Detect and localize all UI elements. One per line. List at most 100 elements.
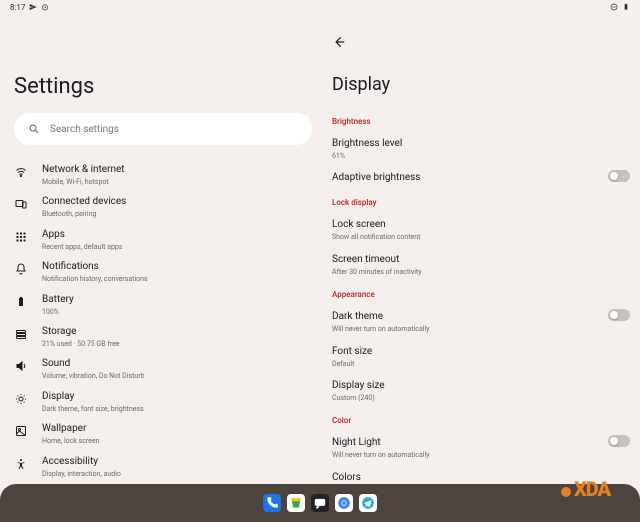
wallpaper-icon <box>14 424 28 438</box>
search-input[interactable] <box>50 124 298 135</box>
setting-subtitle: After 30 minutes of inactivity <box>332 268 630 276</box>
setting-title: Screen timeout <box>332 254 630 266</box>
settings-master-panel: Settings Network & internet Mobile, Wi-Fi… <box>0 14 324 484</box>
setting-subtitle: Will never turn on automatically <box>332 325 630 333</box>
search-box[interactable] <box>14 113 312 145</box>
apps-icon <box>14 230 28 244</box>
setting-row[interactable]: Screen timeout After 30 minutes of inacti… <box>332 250 630 284</box>
section-header: Color <box>332 416 630 425</box>
taskbar-app-phone[interactable] <box>263 494 281 512</box>
send-icon <box>29 3 37 11</box>
setting-subtitle: 61% <box>332 152 630 160</box>
alarm-icon <box>41 3 49 11</box>
toggle-knob <box>610 311 618 319</box>
category-subtitle: Bluetooth, pairing <box>42 210 126 218</box>
wifi-icon <box>14 165 28 179</box>
setting-subtitle: Will never turn on automatically <box>332 451 630 459</box>
section-header: Brightness <box>332 117 630 126</box>
detail-page-title: Display <box>332 74 630 95</box>
category-title: Storage <box>42 326 120 338</box>
storage-icon <box>14 327 28 341</box>
setting-row[interactable]: Display size Custom (240) <box>332 376 630 410</box>
taskbar-app-messages[interactable] <box>311 494 329 512</box>
status-left: 8:17 <box>10 3 49 12</box>
category-subtitle: Display, interaction, audio <box>42 470 121 478</box>
dnd-icon <box>610 3 618 11</box>
setting-title: Brightness level <box>332 138 630 150</box>
toggle-switch[interactable] <box>608 435 630 447</box>
category-subtitle: Notification history, conversations <box>42 275 148 283</box>
category-item-display[interactable]: Display Dark theme, font size, brightness <box>14 386 324 418</box>
devices-icon <box>14 197 28 211</box>
category-subtitle: Volume, vibration, Do Not Disturb <box>42 372 145 380</box>
status-time: 8:17 <box>10 3 25 12</box>
category-item-wifi[interactable]: Network & internet Mobile, Wi-Fi, hotspot <box>14 159 324 191</box>
svg-text:XDA: XDA <box>574 477 612 498</box>
display-icon <box>14 392 28 406</box>
setting-title: Display size <box>332 380 630 392</box>
setting-title: Lock screen <box>332 219 630 231</box>
setting-subtitle: Default <box>332 360 630 368</box>
arrow-back-icon <box>332 35 346 49</box>
setting-row[interactable]: Adaptive brightness <box>332 168 630 192</box>
back-button[interactable] <box>332 34 348 50</box>
category-title: Notifications <box>42 261 148 273</box>
category-item-bell[interactable]: Notifications Notification history, conve… <box>14 256 324 288</box>
setting-row[interactable]: Lock screen Show all notification content <box>332 215 630 249</box>
a11y-icon <box>14 457 28 471</box>
setting-title: Dark theme <box>332 311 630 323</box>
setting-title: Adaptive brightness <box>332 172 630 184</box>
status-right <box>610 3 630 11</box>
category-title: Display <box>42 391 144 403</box>
category-item-devices[interactable]: Connected devices Bluetooth, pairing <box>14 191 324 223</box>
category-subtitle: Recent apps, default apps <box>42 243 122 251</box>
setting-title: Font size <box>332 346 630 358</box>
toggle-knob <box>610 437 618 445</box>
xda-watermark-icon: XDA <box>560 470 640 498</box>
category-title: Accessibility <box>42 456 121 468</box>
category-item-battery[interactable]: Battery 100% <box>14 289 324 321</box>
section-header: Appearance <box>332 290 630 299</box>
toggle-switch[interactable] <box>608 309 630 321</box>
detail-panel: Display Brightness Brightness level 61% Ada… <box>324 14 640 484</box>
setting-title: Night Light <box>332 437 630 449</box>
setting-row[interactable]: Brightness level 61% <box>332 134 630 168</box>
bell-icon <box>14 262 28 276</box>
category-subtitle: Dark theme, font size, brightness <box>42 405 144 413</box>
settings-heading: Settings <box>14 74 324 99</box>
setting-row[interactable]: Dark theme Will never turn on automatical… <box>332 307 630 341</box>
status-bar: 8:17 <box>0 0 640 14</box>
category-item-wallpaper[interactable]: Wallpaper Home, lock screen <box>14 418 324 450</box>
category-title: Connected devices <box>42 196 126 208</box>
category-title: Battery <box>42 294 74 306</box>
category-subtitle: Mobile, Wi-Fi, hotspot <box>42 178 125 186</box>
sound-icon <box>14 359 28 373</box>
category-item-sound[interactable]: Sound Volume, vibration, Do Not Disturb <box>14 353 324 385</box>
category-subtitle: 21% used · 50.75 GB free <box>42 340 120 348</box>
search-icon <box>28 123 40 135</box>
category-list: Network & internet Mobile, Wi-Fi, hotspot… <box>14 159 324 484</box>
category-title: Network & internet <box>42 164 125 176</box>
toggle-knob <box>610 172 618 180</box>
taskbar-app-telegram[interactable] <box>359 494 377 512</box>
setting-subtitle: Show all notification content <box>332 233 630 241</box>
category-title: Wallpaper <box>42 423 99 435</box>
setting-subtitle: Custom (240) <box>332 394 630 402</box>
battery-icon <box>622 3 630 11</box>
taskbar-app-chrome[interactable] <box>335 494 353 512</box>
detail-sections: Brightness Brightness level 61% Adaptive br… <box>332 111 630 502</box>
taskbar-app-store[interactable] <box>287 494 305 512</box>
category-subtitle: Home, lock screen <box>42 437 99 445</box>
category-subtitle: 100% <box>42 308 74 316</box>
category-title: Sound <box>42 358 145 370</box>
category-item-a11y[interactable]: Accessibility Display, interaction, audio <box>14 451 324 483</box>
setting-row[interactable]: Font size Default <box>332 342 630 376</box>
category-item-apps[interactable]: Apps Recent apps, default apps <box>14 224 324 256</box>
setting-row[interactable]: Night Light Will never turn on automatica… <box>332 433 630 467</box>
section-header: Lock display <box>332 198 630 207</box>
toggle-switch[interactable] <box>608 170 630 182</box>
category-item-storage[interactable]: Storage 21% used · 50.75 GB free <box>14 321 324 353</box>
taskbar <box>0 484 640 522</box>
category-title: Apps <box>42 229 122 241</box>
battery-icon <box>14 295 28 309</box>
